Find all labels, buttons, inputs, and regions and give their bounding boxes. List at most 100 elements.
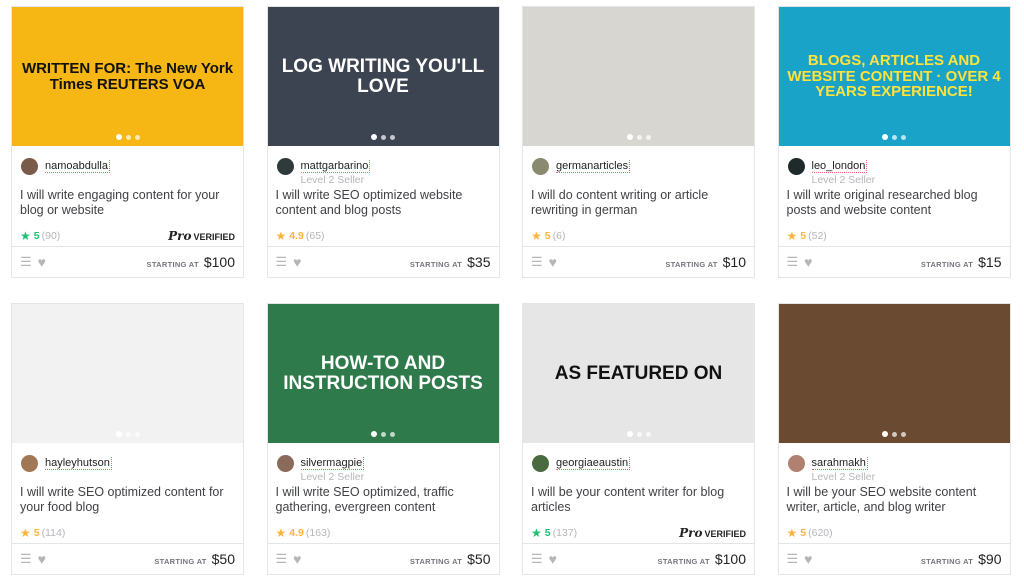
carousel-dots[interactable] (882, 431, 906, 437)
seller-name[interactable]: mattgarbarino (300, 160, 371, 173)
rating-value: 4.9 (289, 527, 304, 539)
gig-thumbnail[interactable]: LOG WRITING YOU'LL LOVE (267, 7, 499, 146)
gig-thumbnail[interactable] (778, 304, 1010, 443)
carousel-dots[interactable] (371, 431, 395, 437)
avatar[interactable] (787, 455, 805, 472)
list-icon[interactable]: ☰ (787, 551, 799, 567)
gig-thumbnail[interactable] (12, 304, 243, 443)
seller-level: Level 2 Seller (300, 471, 365, 483)
seller-info: mattgarbarino Level 2 Seller (268, 146, 499, 188)
rating: ★ 5 (90) Pro VERIFIED (12, 226, 243, 246)
gig-card[interactable]: hayleyhutson I will write SEO optimized … (11, 303, 244, 575)
seller-name[interactable]: hayleyhutson (45, 457, 112, 470)
gig-title[interactable]: I will write SEO optimized content for y… (12, 485, 243, 523)
list-icon[interactable]: ☰ (531, 254, 543, 270)
star-icon: ★ (531, 526, 542, 540)
rating-value: 4.9 (289, 230, 304, 242)
card-footer: ☰ ♥ STARTING AT $50 (12, 543, 243, 574)
gig-thumbnail[interactable]: BLOGS, ARTICLES AND WEBSITE CONTENT · OV… (778, 7, 1010, 146)
heart-icon[interactable]: ♥ (549, 551, 557, 567)
seller-level: Level 2 Seller (811, 471, 876, 483)
price-amount: $50 (211, 551, 235, 567)
card-footer: ☰ ♥ STARTING AT $90 (778, 543, 1010, 574)
review-count: (52) (808, 230, 827, 242)
gig-card[interactable]: WRITTEN FOR: The New York Times REUTERS … (11, 6, 244, 278)
heart-icon[interactable]: ♥ (549, 254, 557, 270)
price[interactable]: STARTING AT $35 (410, 254, 491, 270)
carousel-dots[interactable] (115, 134, 140, 140)
price-amount: $90 (978, 551, 1002, 567)
rating-value: 5 (800, 230, 807, 242)
seller-name[interactable]: silvermagpie (300, 457, 365, 470)
gig-thumbnail[interactable] (523, 7, 754, 146)
heart-icon[interactable]: ♥ (804, 551, 812, 567)
list-icon[interactable]: ☰ (276, 254, 288, 270)
gig-title[interactable]: I will be your SEO website content write… (779, 485, 1010, 523)
rating-value: 5 (544, 230, 551, 242)
price[interactable]: STARTING AT $100 (147, 254, 235, 270)
rating: ★ 5 (6) (523, 226, 754, 246)
carousel-dots[interactable] (626, 134, 651, 140)
gig-card[interactable]: germanarticles I will do content writing… (522, 6, 755, 278)
carousel-dots[interactable] (882, 134, 906, 140)
seller-name[interactable]: namoabdulla (45, 160, 110, 173)
avatar[interactable] (532, 158, 549, 175)
star-icon: ★ (786, 229, 798, 243)
gig-thumbnail[interactable]: HOW-TO AND INSTRUCTION POSTS (267, 304, 499, 443)
gig-thumbnail[interactable]: WRITTEN FOR: The New York Times REUTERS … (12, 7, 243, 146)
price[interactable]: STARTING AT $100 (658, 551, 746, 567)
price[interactable]: STARTING AT $15 (921, 254, 1002, 270)
seller-level: Level 2 Seller (300, 174, 365, 186)
star-icon: ★ (786, 526, 798, 540)
gig-card[interactable]: HOW-TO AND INSTRUCTION POSTS silvermagpi… (266, 303, 500, 575)
rating-value: 5 (800, 527, 807, 539)
price-amount: $50 (467, 551, 491, 567)
heart-icon[interactable]: ♥ (38, 254, 46, 270)
gig-card[interactable]: sarahmakh Level 2 Seller I will be your … (777, 303, 1011, 575)
avatar[interactable] (276, 158, 294, 175)
star-icon: ★ (20, 526, 31, 540)
seller-name[interactable]: germanarticles (556, 160, 631, 173)
avatar[interactable] (787, 158, 805, 175)
thumbnail-caption (122, 368, 134, 380)
gig-card[interactable]: AS FEATURED ON georgiaeaustin I will be … (522, 303, 755, 575)
carousel-dots[interactable] (626, 431, 651, 437)
seller-name[interactable]: georgiaeaustin (556, 457, 631, 470)
heart-icon[interactable]: ♥ (38, 551, 46, 567)
price[interactable]: STARTING AT $10 (665, 254, 746, 270)
gig-thumbnail[interactable]: AS FEATURED ON (523, 304, 754, 443)
avatar[interactable] (532, 455, 549, 472)
gig-title[interactable]: I will write engaging content for your b… (12, 188, 243, 226)
card-footer: ☰ ♥ STARTING AT $50 (267, 543, 499, 574)
gig-title[interactable]: I will write original researched blog po… (779, 188, 1010, 226)
list-icon[interactable]: ☰ (531, 551, 543, 567)
rating-value: 5 (33, 527, 40, 539)
seller-name[interactable]: leo_london (811, 160, 868, 173)
list-icon[interactable]: ☰ (787, 254, 799, 270)
list-icon[interactable]: ☰ (276, 551, 288, 567)
gig-title[interactable]: I will write SEO optimized, traffic gath… (268, 485, 499, 523)
gig-title[interactable]: I will write SEO optimized website conte… (268, 188, 499, 226)
gig-title[interactable]: I will be your content writer for blog a… (523, 485, 754, 523)
gig-title[interactable]: I will do content writing or article rew… (523, 188, 754, 226)
heart-icon[interactable]: ♥ (293, 254, 301, 270)
avatar[interactable] (276, 455, 294, 472)
carousel-dots[interactable] (371, 134, 395, 140)
price[interactable]: STARTING AT $90 (921, 551, 1002, 567)
heart-icon[interactable]: ♥ (804, 254, 812, 270)
carousel-dots[interactable] (115, 431, 140, 437)
pro-verified-badge: Pro VERIFIED (168, 229, 235, 243)
seller-name[interactable]: sarahmakh (811, 457, 868, 470)
list-icon[interactable]: ☰ (20, 551, 32, 567)
price-amount: $100 (714, 551, 746, 567)
avatar[interactable] (21, 158, 38, 175)
list-icon[interactable]: ☰ (20, 254, 32, 270)
price[interactable]: STARTING AT $50 (154, 551, 235, 567)
avatar[interactable] (21, 455, 38, 472)
review-count: (6) (552, 230, 566, 242)
heart-icon[interactable]: ♥ (293, 551, 301, 567)
gig-card[interactable]: LOG WRITING YOU'LL LOVE mattgarbarino Le… (266, 6, 500, 278)
gig-card[interactable]: BLOGS, ARTICLES AND WEBSITE CONTENT · OV… (777, 6, 1011, 278)
rating: ★ 4.9 (163) (268, 523, 499, 543)
price[interactable]: STARTING AT $50 (410, 551, 491, 567)
